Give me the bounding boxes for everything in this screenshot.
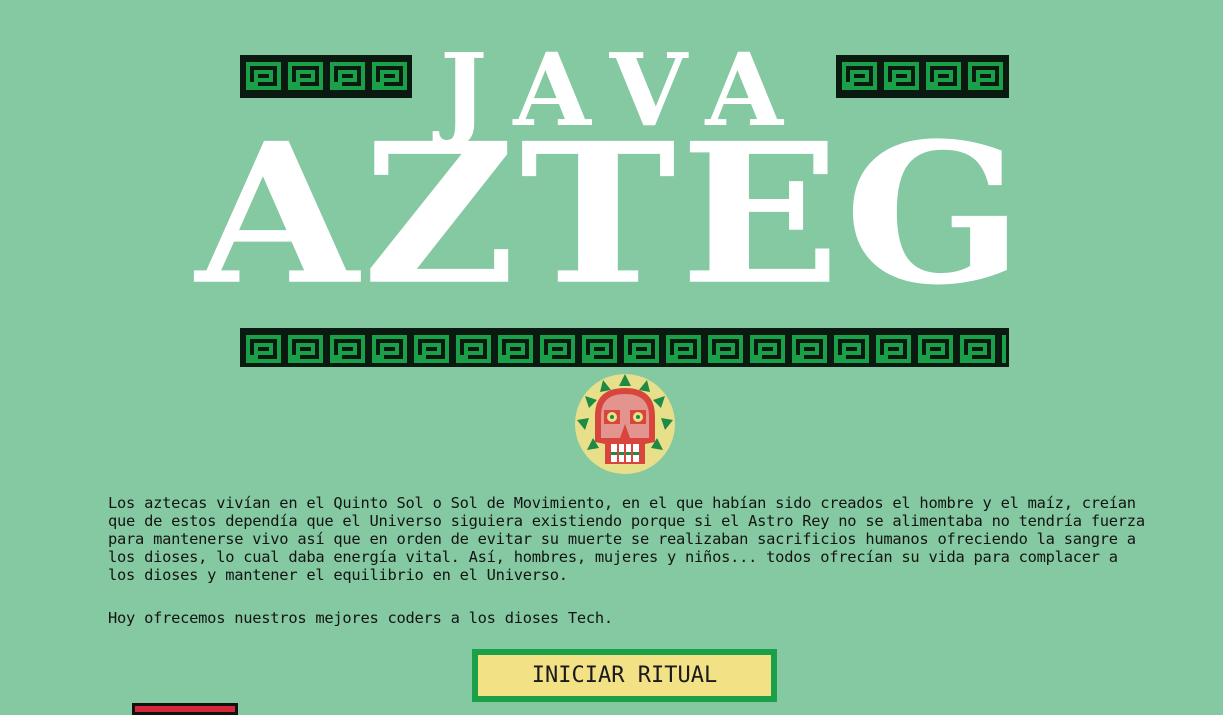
start-ritual-button[interactable]: INICIAR RITUAL — [472, 649, 777, 702]
aztec-skull-icon — [575, 374, 675, 474]
intro-paragraph: Los aztecas vivían en el Quinto Sol o So… — [108, 494, 1145, 584]
red-box-partial — [132, 703, 238, 715]
tagline: Hoy ofrecemos nuestros mejores coders a … — [108, 609, 613, 627]
greek-key-border-bottom — [240, 328, 1009, 367]
greek-key-icon — [243, 332, 1006, 363]
title-azteg: AZTEG — [195, 100, 1028, 328]
